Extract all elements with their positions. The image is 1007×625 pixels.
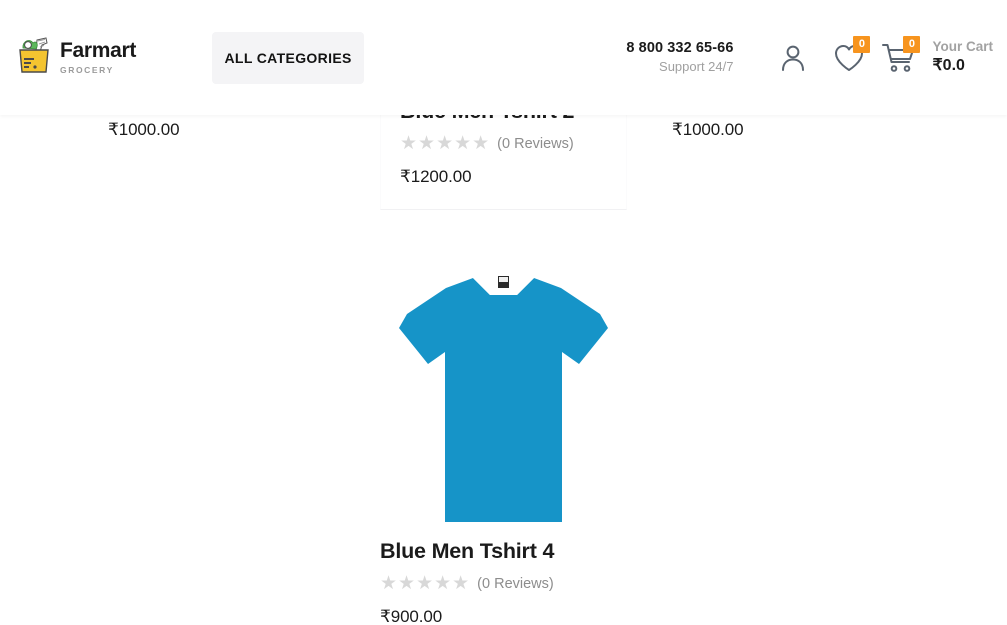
- review-count: (0 Reviews): [497, 135, 574, 152]
- product-price: ₹1000.00: [672, 120, 744, 139]
- product-image[interactable]: [380, 266, 627, 530]
- product-rating: ★★★★★ (0 Reviews): [400, 133, 607, 155]
- user-account-icon: [779, 43, 807, 73]
- site-header: Farmart GROCERY ALL CATEGORIES 8 800 332…: [0, 0, 1007, 115]
- cart-button[interactable]: 0: [877, 35, 921, 80]
- product-price: ₹1200.00: [400, 166, 472, 186]
- brand-tagline: GROCERY: [60, 64, 114, 75]
- grocery-bag-icon: [17, 36, 51, 79]
- review-count: (0 Reviews): [477, 575, 554, 592]
- account-button[interactable]: [771, 36, 815, 80]
- cart-summary: Your Cart ₹0.0: [932, 38, 993, 76]
- support-phone: 8 800 332 65-66: [626, 40, 734, 57]
- wishlist-count-badge: 0: [853, 35, 871, 53]
- product-rating: ★★★★★ (0 Reviews): [380, 573, 627, 595]
- star-rating-icon: ★★★★★: [400, 133, 491, 155]
- header-actions: 8 800 332 65-66 Support 24/7 0 0 Your Ca…: [626, 35, 993, 80]
- cart-count-badge: 0: [903, 35, 921, 53]
- cart-total: ₹0.0: [932, 56, 965, 74]
- brand-name: Farmart: [60, 39, 137, 63]
- cart-label: Your Cart: [932, 39, 993, 55]
- all-categories-button[interactable]: ALL CATEGORIES: [212, 31, 365, 84]
- cart-area[interactable]: 0 Your Cart ₹0.0: [877, 35, 993, 80]
- product-price: ₹900.00: [380, 606, 443, 625]
- product-price: ₹1000.00: [108, 120, 180, 139]
- brand-logo[interactable]: Farmart GROCERY: [17, 33, 136, 83]
- support-label: Support 24/7: [659, 59, 734, 75]
- product-row: Blue Men Tshirt 4 ★★★★★ (0 Reviews) ₹900…: [0, 265, 1007, 625]
- page-root: ★★★★★ (0 Reviews) ₹1000.00 Blue Men Tshi…: [0, 0, 1007, 625]
- product-card[interactable]: Blue Men Tshirt 4 ★★★★★ (0 Reviews) ₹900…: [380, 265, 627, 625]
- product-title: Blue Men Tshirt 4: [380, 538, 555, 563]
- wishlist-button[interactable]: 0: [827, 35, 871, 80]
- star-rating-icon: ★★★★★: [380, 573, 471, 595]
- support-info[interactable]: 8 800 332 65-66 Support 24/7: [626, 39, 733, 75]
